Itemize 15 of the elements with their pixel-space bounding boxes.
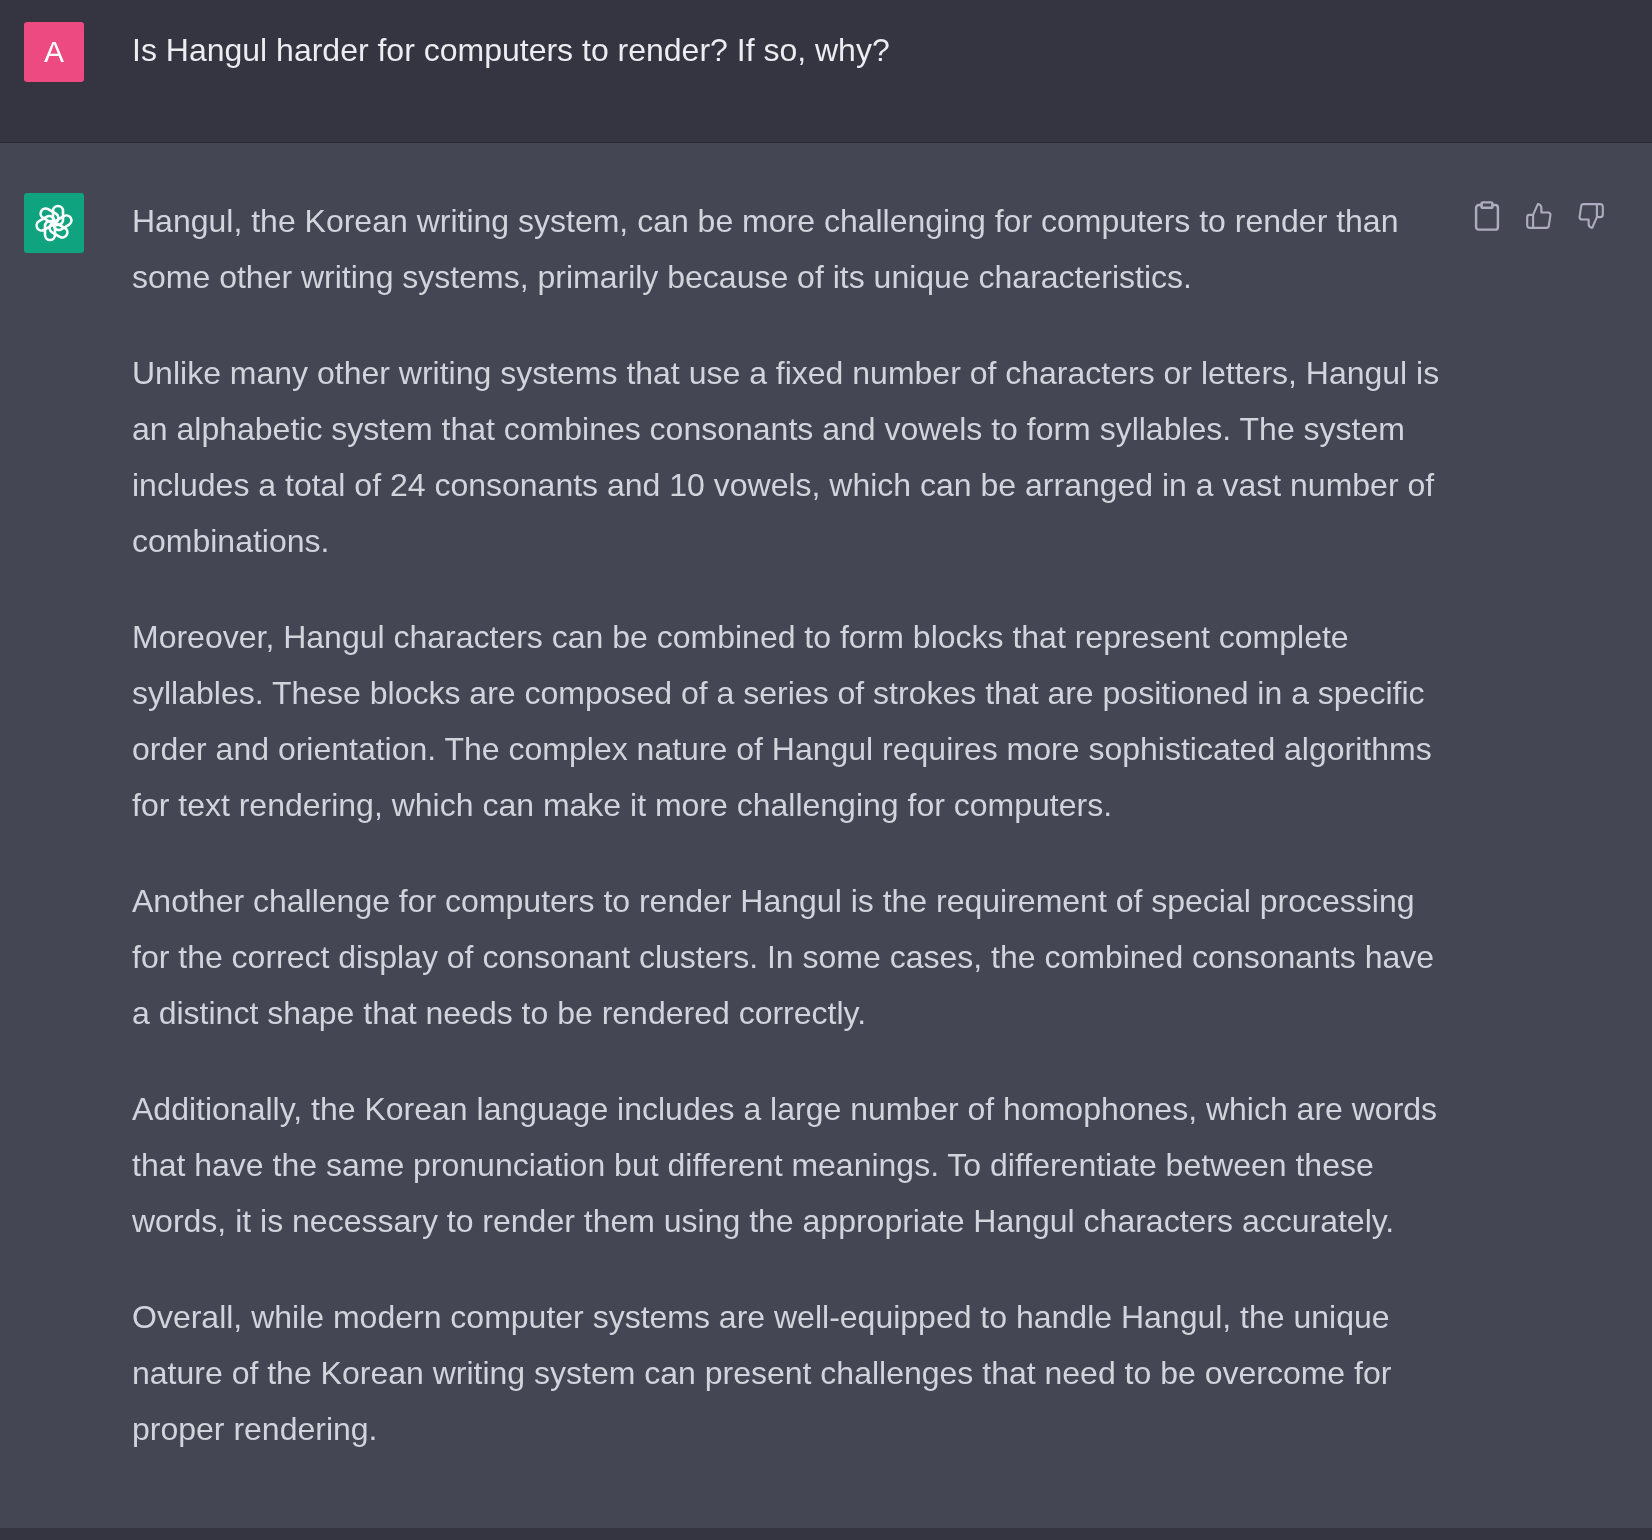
answer-paragraph: Another challenge for computers to render Hangul is the requirement of special processing for the correct display of consonant clusters. In some cases, the combined consonants have a distinct shape that needs to be rendered correctly.	[132, 882, 1436, 1033]
copy-button[interactable]	[1472, 201, 1502, 231]
assistant-logo-icon	[24, 193, 84, 253]
thumbs-up-button[interactable]	[1524, 201, 1554, 231]
answer-paragraph: Overall, while modern computer systems are well-equipped to handle Hangul, the unique nature of the Korean writing system can present challenges that need to be overcome for proper rendering.	[132, 1298, 1393, 1449]
thumbs-down-button[interactable]	[1576, 201, 1606, 231]
thumbs-up-icon	[1526, 201, 1552, 231]
answer-paragraph: Moreover, Hangul characters can be combined to form blocks that represent complete syllables. These blocks are composed of a series of strokes that are positioned in a specific order and orientation. The complex nature of Hangul requires more sophisticated algorithms for text rendering, which can make it more challenging for computers.	[132, 618, 1433, 825]
user-avatar: A	[24, 22, 84, 82]
answer-paragraph: Hangul, the Korean writing system, can be more challenging for computers to render than some other writing systems, primarily because of its unique characteristics.	[132, 202, 1400, 297]
user-question: Is Hangul harder for computers to render? If so, why?	[132, 31, 890, 70]
clipboard-icon	[1474, 201, 1500, 231]
thumbs-down-icon	[1578, 201, 1604, 231]
answer-paragraph: Unlike many other writing systems that use a fixed number of characters or letters, Hangul is an alphabetic system that combines consonants and vowels to form syllables. The system includes a total of 24 consonants and 10 vowels, which can be arranged in a vast number of combinations.	[132, 354, 1441, 561]
answer-paragraph: Additionally, the Korean language includes a large number of homophones, which are words that have the same pronunciation but different meanings. To differentiate between these words, it is necessary to render them using the appropriate Hangul characters accurately.	[132, 1090, 1439, 1241]
